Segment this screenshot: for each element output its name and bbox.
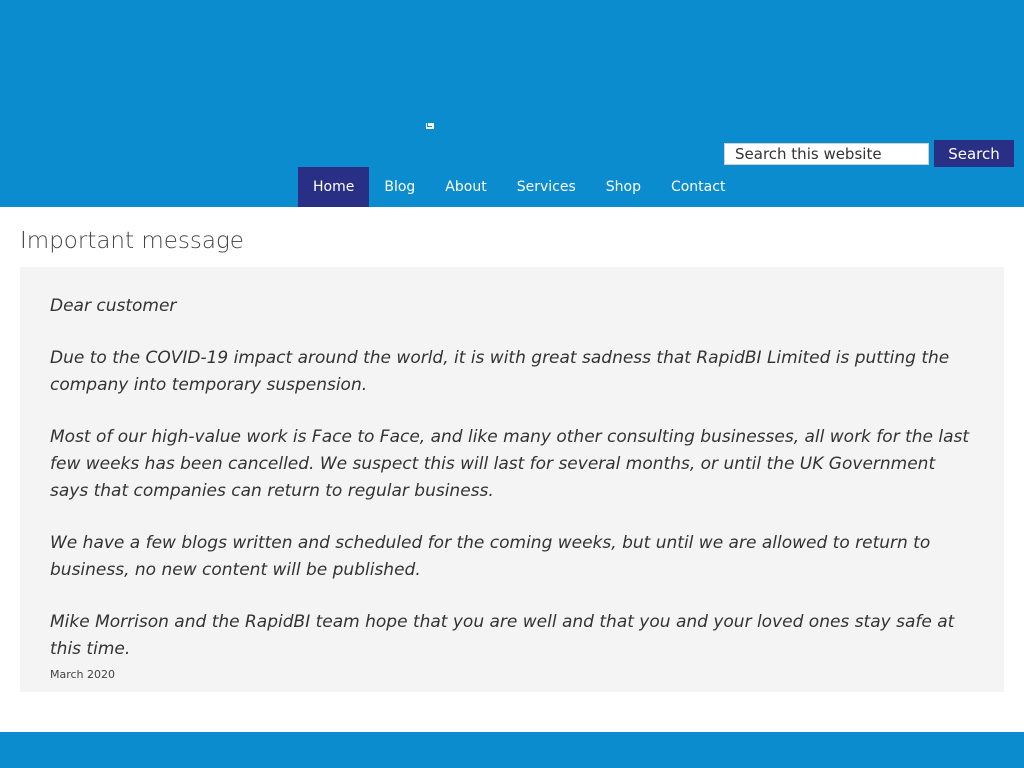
message-box: Dear customer Due to the COVID-19 impact… <box>20 267 1004 692</box>
message-signoff: Mike Morrison and the RapidBI team hope … <box>50 612 955 659</box>
site-footer <box>0 732 1024 768</box>
search-input[interactable] <box>724 143 929 165</box>
site-header: Search Home Blog About Services Shop Con… <box>0 0 1024 207</box>
message-paragraph: We have a few blogs written and schedule… <box>50 533 931 580</box>
main-nav: Home Blog About Services Shop Contact <box>298 167 740 207</box>
nav-item-shop[interactable]: Shop <box>591 167 656 207</box>
message-greeting: Dear customer <box>50 296 177 316</box>
search-button[interactable]: Search <box>934 140 1014 167</box>
message-date: March 2020 <box>50 668 116 681</box>
message-paragraph: Most of our high-value work is Face to F… <box>50 427 970 501</box>
nav-item-services[interactable]: Services <box>502 167 591 207</box>
nav-item-about[interactable]: About <box>430 167 501 207</box>
mail-icon[interactable] <box>426 123 434 129</box>
page-title: Important message <box>20 228 244 254</box>
nav-item-home[interactable]: Home <box>298 167 370 207</box>
nav-item-blog[interactable]: Blog <box>369 167 430 207</box>
nav-item-contact[interactable]: Contact <box>656 167 740 207</box>
message-paragraph: Due to the COVID-19 impact around the wo… <box>50 348 950 395</box>
